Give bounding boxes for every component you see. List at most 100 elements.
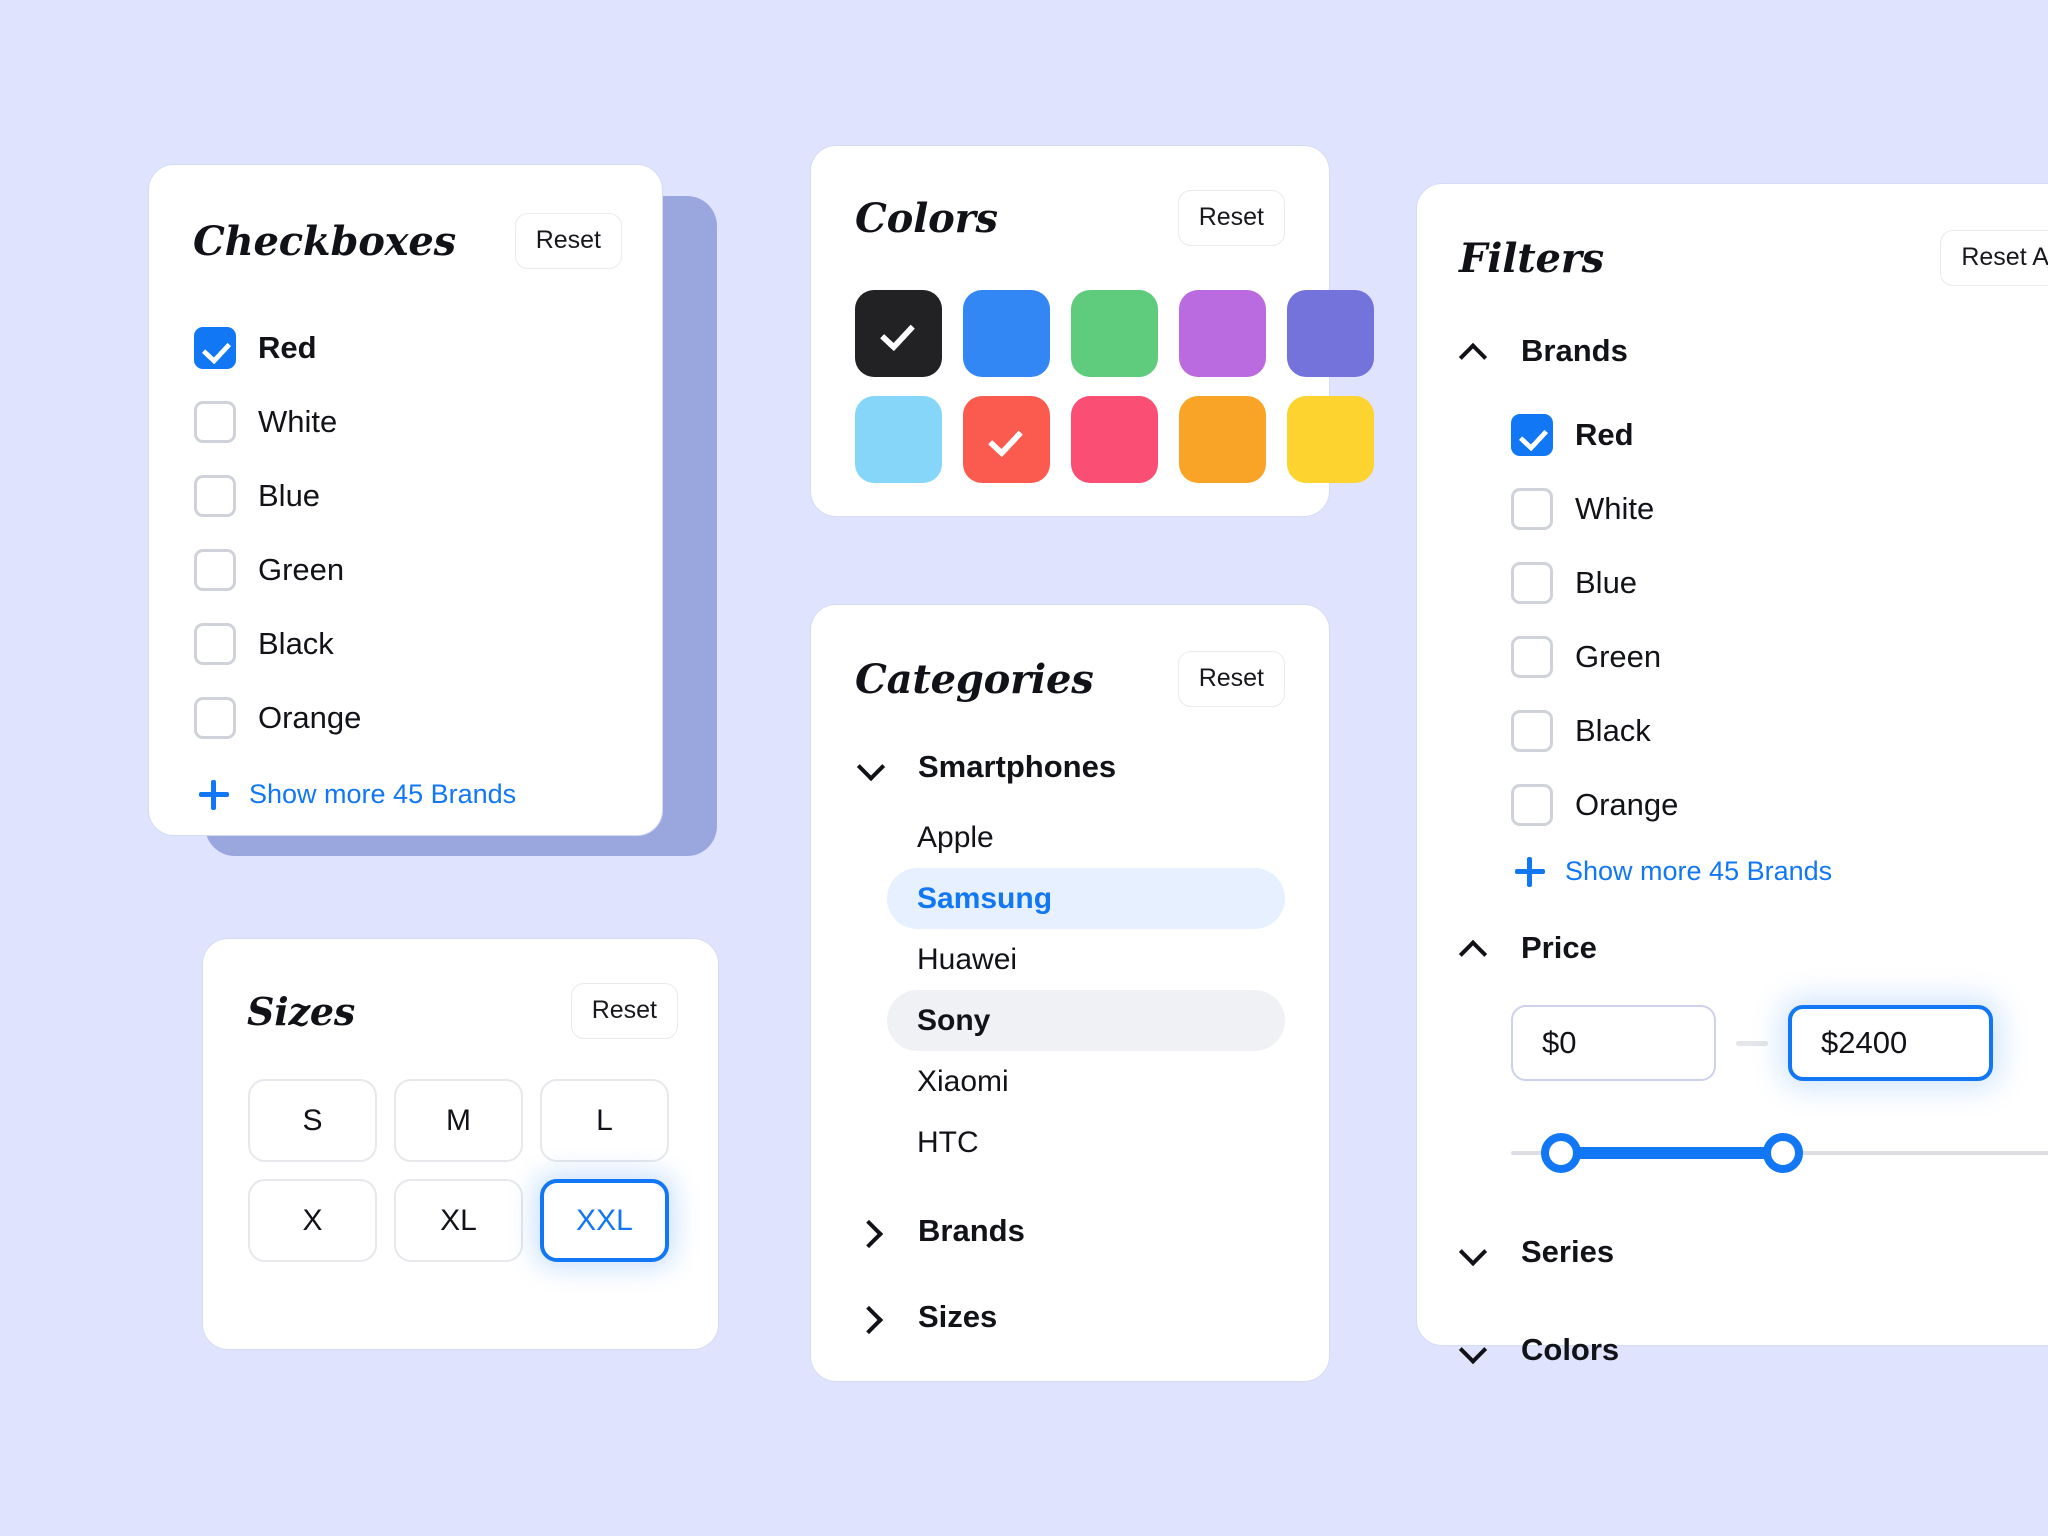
checkbox-row-blue[interactable]: Blue [194,459,662,533]
checkbox-icon-orange[interactable] [194,697,236,739]
checkbox-icon-black[interactable] [1511,710,1553,752]
size-button-x[interactable]: X [248,1179,377,1262]
color-swatch-black[interactable] [855,290,942,377]
checkboxes-reset-button[interactable]: Reset [514,213,622,269]
color-swatch-green[interactable] [1071,290,1158,377]
checkbox-label-green: Green [258,552,345,587]
filter-checkbox-label-blue: Blue [1575,565,1638,600]
size-button-m[interactable]: M [394,1079,523,1162]
category-item-list: Apple Samsung Huawei Sony Xiaomi HTC [811,807,1329,1173]
sizes-grid: S M L X XL XXL [248,1079,718,1262]
sizes-panel-header: Sizes Reset [203,939,718,1039]
filters-title: Filters [1459,234,1604,282]
sizes-reset-button[interactable]: Reset [570,983,678,1039]
size-button-s[interactable]: S [248,1079,377,1162]
sizes-title: Sizes [247,988,356,1034]
colors-panel: Colors Reset [810,145,1374,517]
slider-handle-min[interactable] [1541,1133,1581,1173]
checkbox-row-green[interactable]: Green [194,533,662,607]
checkbox-label-white: White [258,404,338,439]
color-swatch-sky[interactable] [855,396,942,483]
checkbox-icon-green[interactable] [1511,636,1553,678]
colors-reset-button[interactable]: Reset [1177,190,1285,246]
checkbox-icon-black[interactable] [194,623,236,665]
color-swatch-orange[interactable] [1179,396,1266,483]
checkbox-row-white[interactable]: White [194,385,662,459]
filters-brands-list: Red White Blue Green Black Orange [1417,398,2048,842]
size-button-xxl[interactable]: XXL [540,1179,669,1262]
price-range-slider[interactable] [1417,1133,2048,1173]
filter-section-brands[interactable]: Brands [1459,316,2048,386]
chevron-right-icon [857,1218,883,1244]
price-max-input[interactable]: $2400 [1788,1005,1993,1081]
plus-icon [1515,856,1545,887]
color-swatch-yellow[interactable] [1287,396,1374,483]
category-item-apple[interactable]: Apple [887,807,1285,868]
checkbox-icon-orange[interactable] [1511,784,1553,826]
filters-reset-all-button[interactable]: Reset All [1940,230,2048,286]
filter-checkbox-row-orange[interactable]: Orange [1511,768,2048,842]
category-group-label-sizes: Sizes [918,1299,998,1334]
checkbox-row-red[interactable]: Red [194,311,662,385]
color-swatch-tomato[interactable] [963,396,1050,483]
checkbox-label-black: Black [258,626,334,661]
color-swatch-blue[interactable] [963,290,1050,377]
checkbox-icon-blue[interactable] [194,475,236,517]
color-swatch-orchid[interactable] [1179,290,1266,377]
filter-checkbox-row-red[interactable]: Red [1511,398,2048,472]
category-item-samsung[interactable]: Samsung [887,868,1285,929]
checkbox-icon-red[interactable] [194,327,236,369]
chevron-down-icon [1459,1337,1485,1363]
slider-handle-max[interactable] [1763,1133,1803,1173]
checkboxes-panel: Checkboxes Reset Red White Blue Green Bl… [148,164,663,836]
price-range-inputs: $0 $2400 [1511,1005,2048,1081]
chevron-up-icon [1459,338,1485,364]
filter-checkbox-label-green: Green [1575,639,1662,674]
category-group-brands[interactable]: Brands [857,1199,1329,1263]
filters-show-more-link[interactable]: Show more 45 Brands [1515,856,2048,887]
category-item-huawei[interactable]: Huawei [887,929,1285,990]
category-group-label-smartphones: Smartphones [918,749,1117,784]
checkbox-row-orange[interactable]: Orange [194,681,662,755]
category-group-label-brands: Brands [918,1213,1025,1248]
filter-section-price[interactable]: Price [1459,913,2048,983]
categories-title: Categories [855,655,1094,703]
filter-checkbox-label-red: Red [1575,417,1634,452]
checkbox-row-black[interactable]: Black [194,607,662,681]
checkbox-label-blue: Blue [258,478,321,513]
categories-reset-button[interactable]: Reset [1177,651,1285,707]
category-item-htc[interactable]: HTC [887,1112,1285,1173]
checkbox-icon-blue[interactable] [1511,562,1553,604]
size-button-xl[interactable]: XL [394,1179,523,1262]
slider-fill [1560,1147,1782,1159]
chevron-down-icon [1459,1239,1485,1265]
filter-section-series[interactable]: Series [1459,1217,2048,1287]
category-group-sizes[interactable]: Sizes [857,1285,1329,1349]
category-item-sony[interactable]: Sony [887,990,1285,1051]
canvas: Checkboxes Reset Red White Blue Green Bl… [0,0,2048,1536]
checkboxes-show-more-link[interactable]: Show more 45 Brands [199,779,662,810]
colors-title: Colors [855,194,998,242]
color-swatch-indigo[interactable] [1287,290,1374,377]
checkbox-icon-white[interactable] [1511,488,1553,530]
size-button-l[interactable]: L [540,1079,669,1162]
filter-checkbox-row-white[interactable]: White [1511,472,2048,546]
filter-checkbox-row-green[interactable]: Green [1511,620,2048,694]
filter-section-label-colors: Colors [1521,1332,1620,1367]
filter-checkbox-label-black: Black [1575,713,1651,748]
checkboxes-list: Red White Blue Green Black Orange [149,311,662,755]
color-swatch-pink[interactable] [1071,396,1158,483]
filter-checkbox-row-blue[interactable]: Blue [1511,546,2048,620]
price-min-input[interactable]: $0 [1511,1005,1716,1081]
color-swatch-grid [855,290,1374,483]
checkbox-icon-red[interactable] [1511,414,1553,456]
checkbox-icon-white[interactable] [194,401,236,443]
category-group-smartphones[interactable]: Smartphones [857,735,1329,799]
sizes-panel: Sizes Reset S M L X XL XXL [202,938,719,1350]
checkbox-label-orange: Orange [258,700,362,735]
filter-checkbox-row-black[interactable]: Black [1511,694,2048,768]
checkbox-icon-green[interactable] [194,549,236,591]
category-item-xiaomi[interactable]: Xiaomi [887,1051,1285,1112]
categories-tree: Smartphones Apple Samsung Huawei Sony Xi… [811,735,1329,1349]
filter-section-colors[interactable]: Colors [1459,1315,2048,1385]
